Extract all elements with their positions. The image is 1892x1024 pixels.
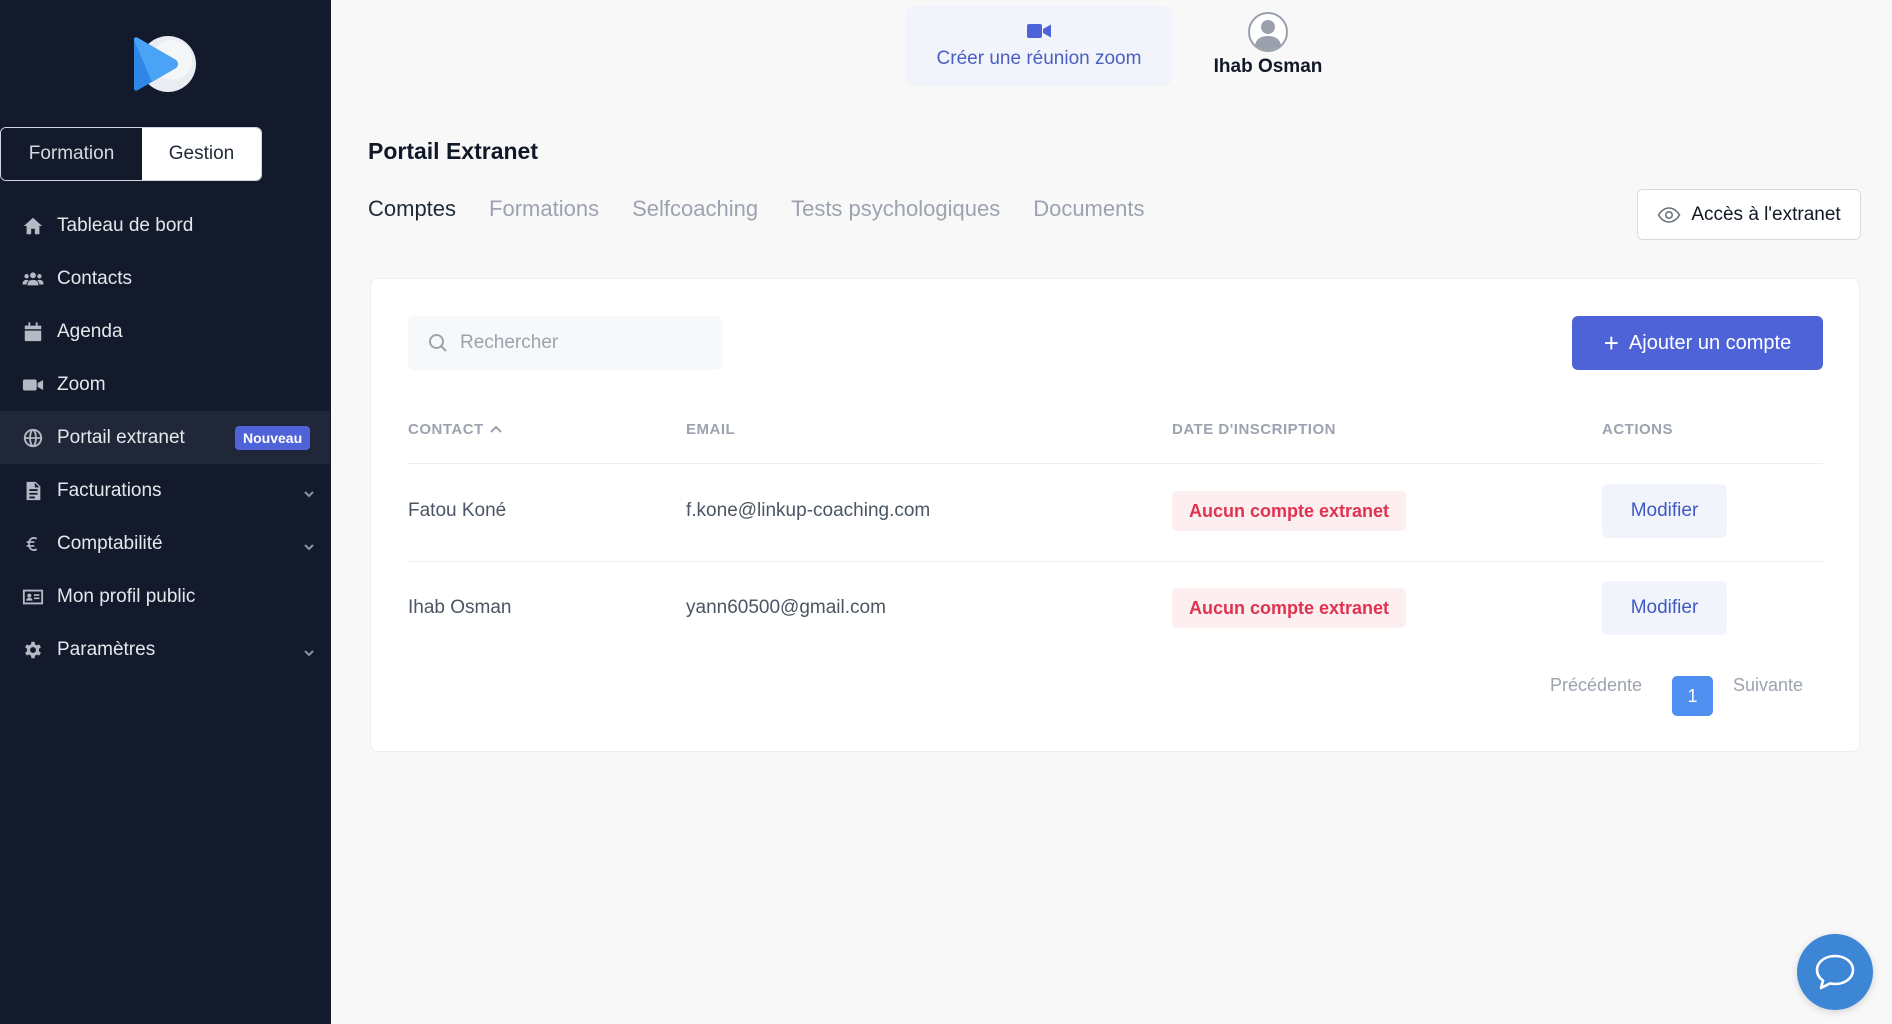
sidebar-item-portail-extranet[interactable]: Portail extranet Nouveau — [0, 411, 330, 464]
sidebar: Formation Gestion Tableau de bord Contac… — [0, 0, 331, 1024]
user-menu[interactable]: Ihab Osman — [1200, 12, 1336, 82]
chat-button[interactable] — [1797, 934, 1873, 1010]
column-header-label: CONTACT — [408, 421, 484, 438]
create-zoom-meeting-button[interactable]: Créer une réunion zoom — [906, 6, 1172, 86]
modify-button[interactable]: Modifier — [1602, 484, 1727, 538]
tab-formations[interactable]: Formations — [489, 196, 599, 222]
chevron-down-icon — [303, 643, 315, 656]
search-icon — [429, 334, 447, 352]
table-divider — [408, 463, 1823, 464]
status-badge: Aucun compte extranet — [1172, 491, 1407, 531]
globe-icon — [20, 425, 46, 451]
table-row-email: yann60500@gmail.com — [686, 597, 886, 618]
table-row-email: f.kone@linkup-coaching.com — [686, 500, 931, 521]
video-icon — [1027, 24, 1051, 38]
eye-icon — [1657, 206, 1681, 223]
add-account-label: Ajouter un compte — [1628, 331, 1792, 354]
chevron-down-icon — [303, 537, 315, 550]
sidebar-item-label: Mon profil public — [57, 585, 196, 607]
new-badge: Nouveau — [235, 426, 311, 450]
sidebar-item-label: Portail extranet — [57, 426, 185, 448]
sidebar-nav: Tableau de bord Contacts Agenda Zoom Por… — [0, 199, 331, 676]
users-icon — [20, 266, 46, 292]
sidebar-item-label: Contacts — [57, 267, 132, 289]
plus-icon: + — [1603, 328, 1619, 358]
table-row-contact: Ihab Osman — [408, 597, 512, 618]
column-header-date-inscription: DATE D'INSCRIPTION — [1172, 421, 1336, 438]
extranet-access-button[interactable]: Accès à l'extranet — [1637, 189, 1861, 240]
sidebar-item-parametres[interactable]: Paramètres — [0, 623, 331, 676]
table-row-contact: Fatou Koné — [408, 500, 507, 521]
page-title: Portail Extranet — [368, 138, 538, 164]
sidebar-item-label: Facturations — [57, 479, 162, 501]
sidebar-item-facturations[interactable]: Facturations — [0, 464, 331, 517]
search-box — [408, 316, 722, 370]
gear-icon — [20, 637, 46, 663]
pagination-previous[interactable]: Précédente — [1550, 675, 1642, 696]
invoice-icon — [20, 478, 46, 504]
create-zoom-meeting-label: Créer une réunion zoom — [936, 48, 1142, 69]
tab-comptes[interactable]: Comptes — [368, 196, 456, 222]
euro-icon — [20, 531, 46, 557]
status-badge: Aucun compte extranet — [1172, 588, 1407, 628]
chevron-down-icon — [303, 484, 315, 497]
sidebar-item-agenda[interactable]: Agenda — [0, 305, 331, 358]
sidebar-item-label: Paramètres — [57, 638, 156, 660]
add-account-button[interactable]: + Ajouter un compte — [1572, 316, 1823, 370]
app-logo[interactable] — [132, 34, 196, 94]
tabs: Comptes Formations Selfcoaching Tests ps… — [368, 196, 1177, 222]
sidebar-item-tableau-de-bord[interactable]: Tableau de bord — [0, 199, 331, 252]
sidebar-item-comptabilite[interactable]: Comptabilité — [0, 517, 331, 570]
extranet-access-label: Accès à l'extranet — [1691, 203, 1841, 225]
column-header-email: EMAIL — [686, 421, 736, 438]
sidebar-item-label: Agenda — [57, 320, 123, 342]
table-divider — [408, 561, 1823, 562]
formation-mode-button[interactable]: Formation — [1, 128, 142, 180]
sidebar-item-mon-profil-public[interactable]: Mon profil public — [0, 570, 331, 623]
column-header-contact[interactable]: CONTACT — [408, 421, 502, 438]
gestion-mode-button[interactable]: Gestion — [142, 128, 261, 180]
sidebar-item-label: Tableau de bord — [57, 214, 194, 236]
sidebar-item-zoom[interactable]: Zoom — [0, 358, 331, 411]
mode-switch: Formation Gestion — [0, 127, 262, 181]
user-name: Ihab Osman — [1213, 56, 1323, 77]
accounts-card: + Ajouter un compte CONTACT EMAIL DATE D… — [370, 278, 1860, 752]
home-icon — [20, 213, 46, 239]
sort-ascending-icon — [490, 425, 502, 433]
tab-documents[interactable]: Documents — [1033, 196, 1144, 222]
sidebar-item-label: Comptabilité — [57, 532, 163, 554]
tab-tests-psychologiques[interactable]: Tests psychologiques — [791, 196, 1000, 222]
user-avatar-icon — [1248, 12, 1288, 52]
column-header-actions: ACTIONS — [1602, 421, 1673, 438]
pagination-current-page[interactable]: 1 — [1672, 676, 1713, 716]
id-card-icon — [20, 584, 46, 610]
sidebar-item-label: Zoom — [57, 373, 106, 395]
chat-bubble-icon — [1815, 954, 1855, 990]
video-icon — [20, 372, 46, 398]
tab-selfcoaching[interactable]: Selfcoaching — [632, 196, 758, 222]
calendar-icon — [20, 319, 46, 345]
modify-button[interactable]: Modifier — [1602, 581, 1727, 635]
search-input[interactable] — [460, 332, 710, 354]
pagination-next[interactable]: Suivante — [1733, 675, 1803, 696]
sidebar-item-contacts[interactable]: Contacts — [0, 252, 331, 305]
